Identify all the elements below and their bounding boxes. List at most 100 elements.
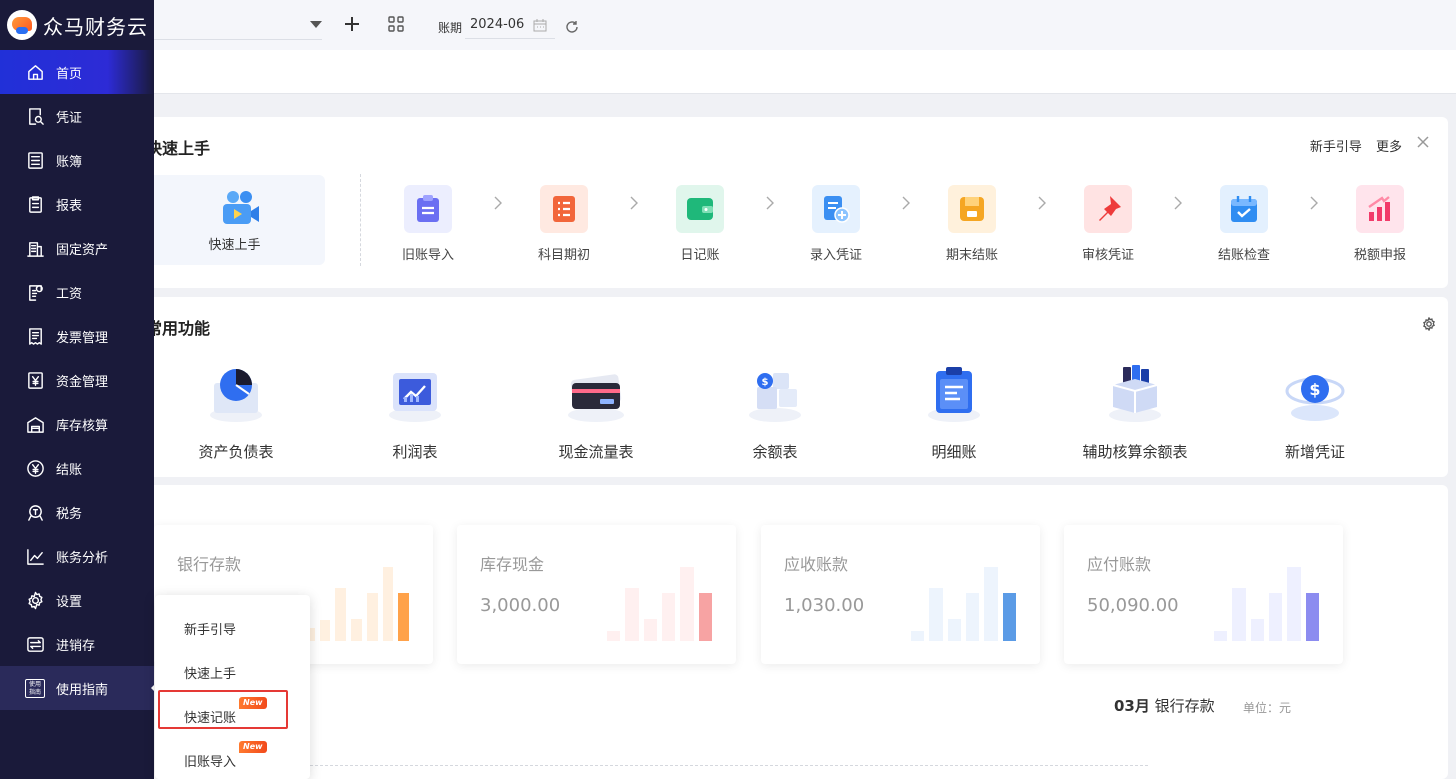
quick-start-step[interactable]: 科目期初 — [519, 185, 609, 263]
sidebar-item-14[interactable]: 使用 指南 使用指南 — [0, 666, 156, 710]
logo[interactable]: 众马财务云 — [0, 0, 154, 50]
common-function-label: 利润表 — [392, 443, 438, 461]
pie-chart-icon — [200, 357, 272, 429]
guide-menu-item-label: 快速上手 — [184, 667, 237, 682]
dollar-coin-icon: $ — [1279, 357, 1351, 429]
stat-card[interactable]: 库存现金 3,000.00 — [457, 525, 736, 664]
svg-text:$: $ — [762, 377, 769, 388]
sidebar-item-2[interactable]: 账簿 — [0, 138, 154, 182]
mini-bar — [643, 619, 657, 641]
sidebar-item-label: 设置 — [56, 594, 83, 610]
sidebar-item-label: 税务 — [56, 506, 83, 522]
more-link[interactable]: 更多 — [1376, 140, 1402, 155]
exchange-icon — [25, 634, 45, 654]
new-badge: New — [239, 741, 267, 753]
guide-menu-item[interactable]: 快速上手 — [184, 663, 236, 682]
sidebar-item-7[interactable]: 资金管理 — [0, 358, 154, 402]
common-functions-title: 常用功能 — [146, 319, 211, 338]
quick-start-step[interactable]: 录入凭证 — [791, 185, 881, 263]
quick-start-step[interactable]: 日记账 — [655, 185, 745, 263]
guide-menu-item[interactable]: 旧账导入 New — [184, 741, 267, 770]
common-function-item[interactable]: 现金流量表 — [526, 357, 666, 462]
calendar-check-icon — [1220, 185, 1268, 233]
stat-mini-chart — [911, 565, 1021, 641]
sidebar-item-5[interactable]: 工资 — [0, 270, 154, 314]
stat-value: 3,000.00 — [480, 595, 561, 616]
quick-start-step-label: 录入凭证 — [809, 248, 862, 263]
common-function-item[interactable]: $ 余额表 — [705, 357, 845, 462]
sidebar-item-4[interactable]: 固定资产 — [0, 226, 154, 270]
mini-bar — [698, 593, 712, 641]
chart-month: 03月 — [1114, 697, 1150, 715]
app-name: 众马财务云 — [43, 14, 148, 39]
gear-icon[interactable] — [1422, 317, 1436, 331]
quick-start-step[interactable]: 结账检查 — [1199, 185, 1289, 263]
voucher-search-icon — [25, 106, 45, 126]
chart-unit: 单位：元 — [1243, 701, 1292, 715]
mini-bar — [1002, 593, 1016, 641]
quick-start-links: 新手引导 更多 — [1300, 136, 1402, 155]
quick-start-step[interactable]: 税额申报 — [1335, 185, 1425, 263]
stat-card[interactable]: 应收账款 1,030.00 — [761, 525, 1040, 664]
stat-mini-chart — [1214, 565, 1324, 641]
add-icon[interactable] — [342, 14, 362, 34]
chevron-right-icon — [494, 196, 502, 210]
common-function-item[interactable]: 资产负债表 — [166, 357, 306, 462]
chart-baseline — [310, 765, 1148, 766]
sidebar-item-label: 凭证 — [56, 110, 83, 126]
period-label: 账期 — [438, 21, 463, 35]
guide-menu-item[interactable]: 新手引导 — [184, 619, 236, 638]
guide-icon: 使用 指南 — [25, 678, 45, 698]
quick-start-step-label: 科目期初 — [537, 248, 590, 263]
sidebar-item-11[interactable]: 账务分析 — [0, 534, 154, 578]
quick-start-hero-label: 快速上手 — [208, 238, 261, 253]
line-chart-icon — [379, 357, 451, 429]
ledger-icon — [25, 150, 45, 170]
quick-start-step-label: 审核凭证 — [1081, 248, 1134, 263]
sidebar-item-label: 首页 — [56, 66, 83, 82]
mini-bar — [607, 631, 621, 641]
quick-start-step[interactable]: 期末结账 — [927, 185, 1017, 263]
common-function-item[interactable]: 明细账 — [884, 357, 1024, 462]
apps-grid-icon[interactable] — [386, 14, 406, 34]
sidebar-item-6[interactable]: 发票管理 — [0, 314, 154, 358]
sidebar-item-9[interactable]: 结账 — [0, 446, 154, 490]
sidebar-item-3[interactable]: 报表 — [0, 182, 154, 226]
trend-icon — [25, 546, 45, 566]
stat-card[interactable]: 应付账款 50,090.00 — [1064, 525, 1343, 664]
quick-start-step[interactable]: 审核凭证 — [1063, 185, 1153, 263]
refresh-icon[interactable] — [562, 17, 582, 37]
guide-popup-menu: 新手引导 快速上手 快速记账 New 旧账导入 New — [155, 595, 310, 779]
sidebar-item-label: 账务分析 — [56, 550, 109, 566]
sidebar-item-label: 发票管理 — [56, 330, 109, 346]
quick-start-title: 快速上手 — [146, 139, 211, 158]
mini-bar — [947, 619, 961, 641]
common-function-item[interactable]: 辅助核算余额表 — [1065, 357, 1205, 462]
period-picker[interactable]: 2024-06 — [465, 12, 555, 39]
sidebar-item-1[interactable]: 凭证 — [0, 94, 154, 138]
warehouse-icon — [25, 414, 45, 434]
sidebar-item-12[interactable]: 设置 — [0, 578, 154, 622]
beginner-guide-link[interactable]: 新手引导 — [1310, 140, 1362, 155]
divider — [360, 174, 361, 266]
chevron-right-icon — [630, 196, 638, 210]
bar-chart-up-icon — [1356, 185, 1404, 233]
sidebar-item-13[interactable]: 进销存 — [0, 622, 154, 666]
stat-value: 1,030.00 — [784, 595, 865, 616]
quick-start-step-label: 期末结账 — [945, 248, 998, 263]
quick-start-hero[interactable]: 快速上手 — [144, 175, 325, 265]
mini-bar — [382, 567, 394, 641]
quick-start-step[interactable]: 旧账导入 — [383, 185, 473, 263]
close-icon[interactable] — [1416, 135, 1430, 149]
company-select[interactable] — [154, 13, 322, 40]
gear-icon — [25, 590, 45, 610]
sidebar-item-10[interactable]: 税务 — [0, 490, 154, 534]
common-function-item[interactable]: 利润表 — [345, 357, 485, 462]
stat-mini-chart — [607, 565, 717, 641]
chevron-right-icon — [902, 196, 910, 210]
sidebar-item-0[interactable]: 首页 — [0, 50, 154, 94]
sidebar-item-8[interactable]: 库存核算 — [0, 402, 154, 446]
mini-bar — [351, 619, 362, 641]
common-function-item[interactable]: $ 新增凭证 — [1245, 357, 1385, 462]
wallet-icon — [676, 185, 724, 233]
